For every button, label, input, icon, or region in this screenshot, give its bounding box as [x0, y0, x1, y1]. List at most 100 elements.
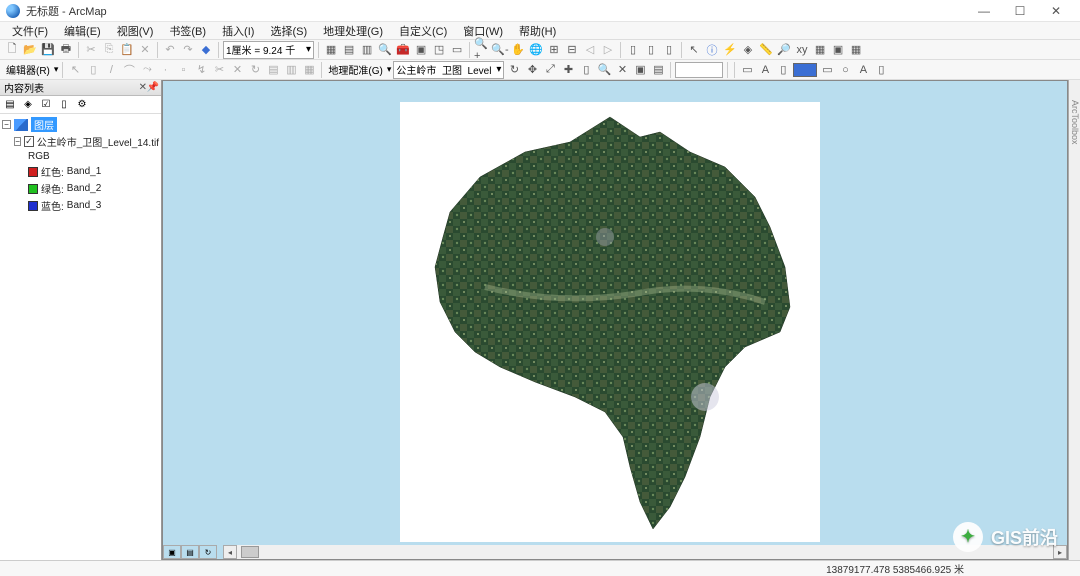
chevron-down-icon[interactable]: ▾ — [387, 64, 392, 75]
list-by-drawing-icon[interactable]: ▤ — [2, 97, 18, 113]
options-icon[interactable]: ⚙ — [74, 97, 90, 113]
html-popup-icon[interactable]: ◈ — [740, 42, 756, 58]
results-icon[interactable]: ▭ — [449, 42, 465, 58]
open-icon[interactable]: 📂 — [22, 42, 38, 58]
back-extent-icon[interactable]: ◁ — [582, 42, 598, 58]
chevron-down-icon[interactable]: ▾ — [54, 64, 59, 75]
cut-icon[interactable]: ✂ — [83, 42, 99, 58]
reshape-icon[interactable]: ↯ — [193, 62, 209, 78]
python-icon[interactable]: ▣ — [413, 42, 429, 58]
delete-icon[interactable]: ✕ — [137, 42, 153, 58]
toolbox-icon[interactable]: 🧰 — [395, 42, 411, 58]
draw-text-icon[interactable]: A — [757, 62, 773, 78]
map-view[interactable]: ▣ ▤ ↻ ◂ ▸ — [162, 80, 1068, 560]
measure-icon[interactable]: 📏 — [758, 42, 774, 58]
menu-insert[interactable]: 插入(I) — [214, 21, 262, 41]
copy-icon[interactable]: ⎘ — [101, 42, 117, 58]
pan-icon[interactable]: ✋ — [510, 42, 526, 58]
arc-segment-icon[interactable]: ⌒ — [121, 62, 137, 78]
layer-name[interactable]: 公主岭市_卫图_Level_14.tif — [37, 134, 159, 149]
trace-icon[interactable]: ⤳ — [139, 62, 155, 78]
georef-layer-input[interactable] — [396, 64, 496, 75]
full-extent-icon[interactable]: 🌐 — [528, 42, 544, 58]
georef-add-points-icon[interactable]: ✚ — [560, 62, 576, 78]
chevron-down-icon[interactable]: ▾ — [496, 64, 501, 75]
georef-zoom-link-icon[interactable]: 🔍 — [596, 62, 612, 78]
scroll-left-icon[interactable]: ◂ — [223, 545, 237, 559]
tree-layer-row[interactable]: − ✓ 公主岭市_卫图_Level_14.tif — [2, 133, 159, 150]
straight-segment-icon[interactable]: / — [103, 62, 119, 78]
search-icon[interactable]: 🔍 — [377, 42, 393, 58]
minimize-button[interactable]: — — [966, 1, 1002, 21]
clear-selection-icon[interactable]: ▯ — [643, 42, 659, 58]
georef-scale-icon[interactable]: ⤢ — [542, 62, 558, 78]
draw-rect-icon[interactable]: ▭ — [739, 62, 755, 78]
georef-viewer-icon[interactable]: ▣ — [632, 62, 648, 78]
edit-vertices-icon[interactable]: ▫ — [175, 62, 191, 78]
collapse-icon[interactable]: − — [14, 137, 21, 146]
goto-xy-icon[interactable]: xy — [794, 42, 810, 58]
collapse-icon[interactable]: − — [2, 120, 11, 129]
list-by-source-icon[interactable]: ◈ — [20, 97, 36, 113]
editor-toolbar-icon[interactable]: ▦ — [323, 42, 339, 58]
split-icon[interactable]: ✕ — [229, 62, 245, 78]
layout-view-tab[interactable]: ▤ — [181, 545, 199, 559]
menu-select[interactable]: 选择(S) — [262, 21, 315, 41]
dataframe-label[interactable]: 图层 — [31, 117, 57, 132]
attributes-icon[interactable]: ▤ — [265, 62, 281, 78]
pointer-icon[interactable]: ↖ — [686, 42, 702, 58]
model-icon[interactable]: ◳ — [431, 42, 447, 58]
viewer-icon[interactable]: ▣ — [830, 42, 846, 58]
refresh-icon[interactable]: ↻ — [199, 545, 217, 559]
fixed-zoom-in-icon[interactable]: ⊞ — [546, 42, 562, 58]
close-panel-icon[interactable]: ✕ — [139, 82, 147, 93]
point-icon[interactable]: · — [157, 62, 173, 78]
toc-icon[interactable]: ▤ — [341, 42, 357, 58]
print-icon[interactable]: 🖶 — [58, 42, 74, 58]
marker-color-icon[interactable]: ○ — [837, 62, 853, 78]
editor-dropdown-label[interactable]: 编辑器(R) — [4, 62, 52, 77]
catalog-icon[interactable]: ▥ — [359, 42, 375, 58]
select-features-icon[interactable]: ▯ — [625, 42, 641, 58]
rotate-icon[interactable]: ↻ — [247, 62, 263, 78]
menu-view[interactable]: 视图(V) — [109, 21, 162, 41]
sketch-properties-icon[interactable]: ▥ — [283, 62, 299, 78]
fixed-zoom-out-icon[interactable]: ⊟ — [564, 42, 580, 58]
cut-polygons-icon[interactable]: ✂ — [211, 62, 227, 78]
tree-root-row[interactable]: − 图层 — [2, 116, 159, 133]
maximize-button[interactable]: ☐ — [1002, 1, 1038, 21]
arctoolbox-tab[interactable]: ArcToolbox — [1070, 100, 1080, 145]
paste-icon[interactable]: 📋 — [119, 42, 135, 58]
forward-extent-icon[interactable]: ▷ — [600, 42, 616, 58]
create-viewer-icon[interactable]: ▦ — [848, 42, 864, 58]
quick-search-input[interactable] — [675, 62, 723, 78]
georef-delete-link-icon[interactable]: ✕ — [614, 62, 630, 78]
h-scrollbar[interactable] — [237, 545, 1053, 559]
fill-color-swatch[interactable] — [793, 63, 817, 77]
scale-input[interactable] — [226, 44, 306, 55]
font-icon[interactable]: ▯ — [873, 62, 889, 78]
menu-geoprocessing[interactable]: 地理处理(G) — [315, 21, 391, 41]
edit-annotation-icon[interactable]: ▯ — [85, 62, 101, 78]
menu-bookmarks[interactable]: 书签(B) — [161, 21, 214, 41]
line-color-icon[interactable]: ▭ — [819, 62, 835, 78]
redo-icon[interactable]: ↷ — [180, 42, 196, 58]
chevron-down-icon[interactable]: ▾ — [306, 44, 311, 55]
close-button[interactable]: ✕ — [1038, 1, 1074, 21]
menu-help[interactable]: 帮助(H) — [511, 21, 564, 41]
georef-select-link-icon[interactable]: ▯ — [578, 62, 594, 78]
time-slider-icon[interactable]: ▦ — [812, 42, 828, 58]
georef-shift-icon[interactable]: ✥ — [524, 62, 540, 78]
hyperlink-icon[interactable]: ⚡ — [722, 42, 738, 58]
add-data-icon[interactable]: ◆ — [198, 42, 214, 58]
new-icon[interactable]: 🗋 — [4, 42, 20, 58]
scale-combo[interactable]: ▾ — [223, 41, 314, 59]
menu-file[interactable]: 文件(F) — [4, 21, 56, 41]
georef-link-table-icon[interactable]: ▤ — [650, 62, 666, 78]
select-elements-icon[interactable]: ▯ — [661, 42, 677, 58]
list-by-visibility-icon[interactable]: ☑ — [38, 97, 54, 113]
layer-checkbox[interactable]: ✓ — [24, 136, 34, 147]
create-features-icon[interactable]: ▦ — [301, 62, 317, 78]
georef-rotate-icon[interactable]: ↻ — [506, 62, 522, 78]
data-view-tab[interactable]: ▣ — [163, 545, 181, 559]
